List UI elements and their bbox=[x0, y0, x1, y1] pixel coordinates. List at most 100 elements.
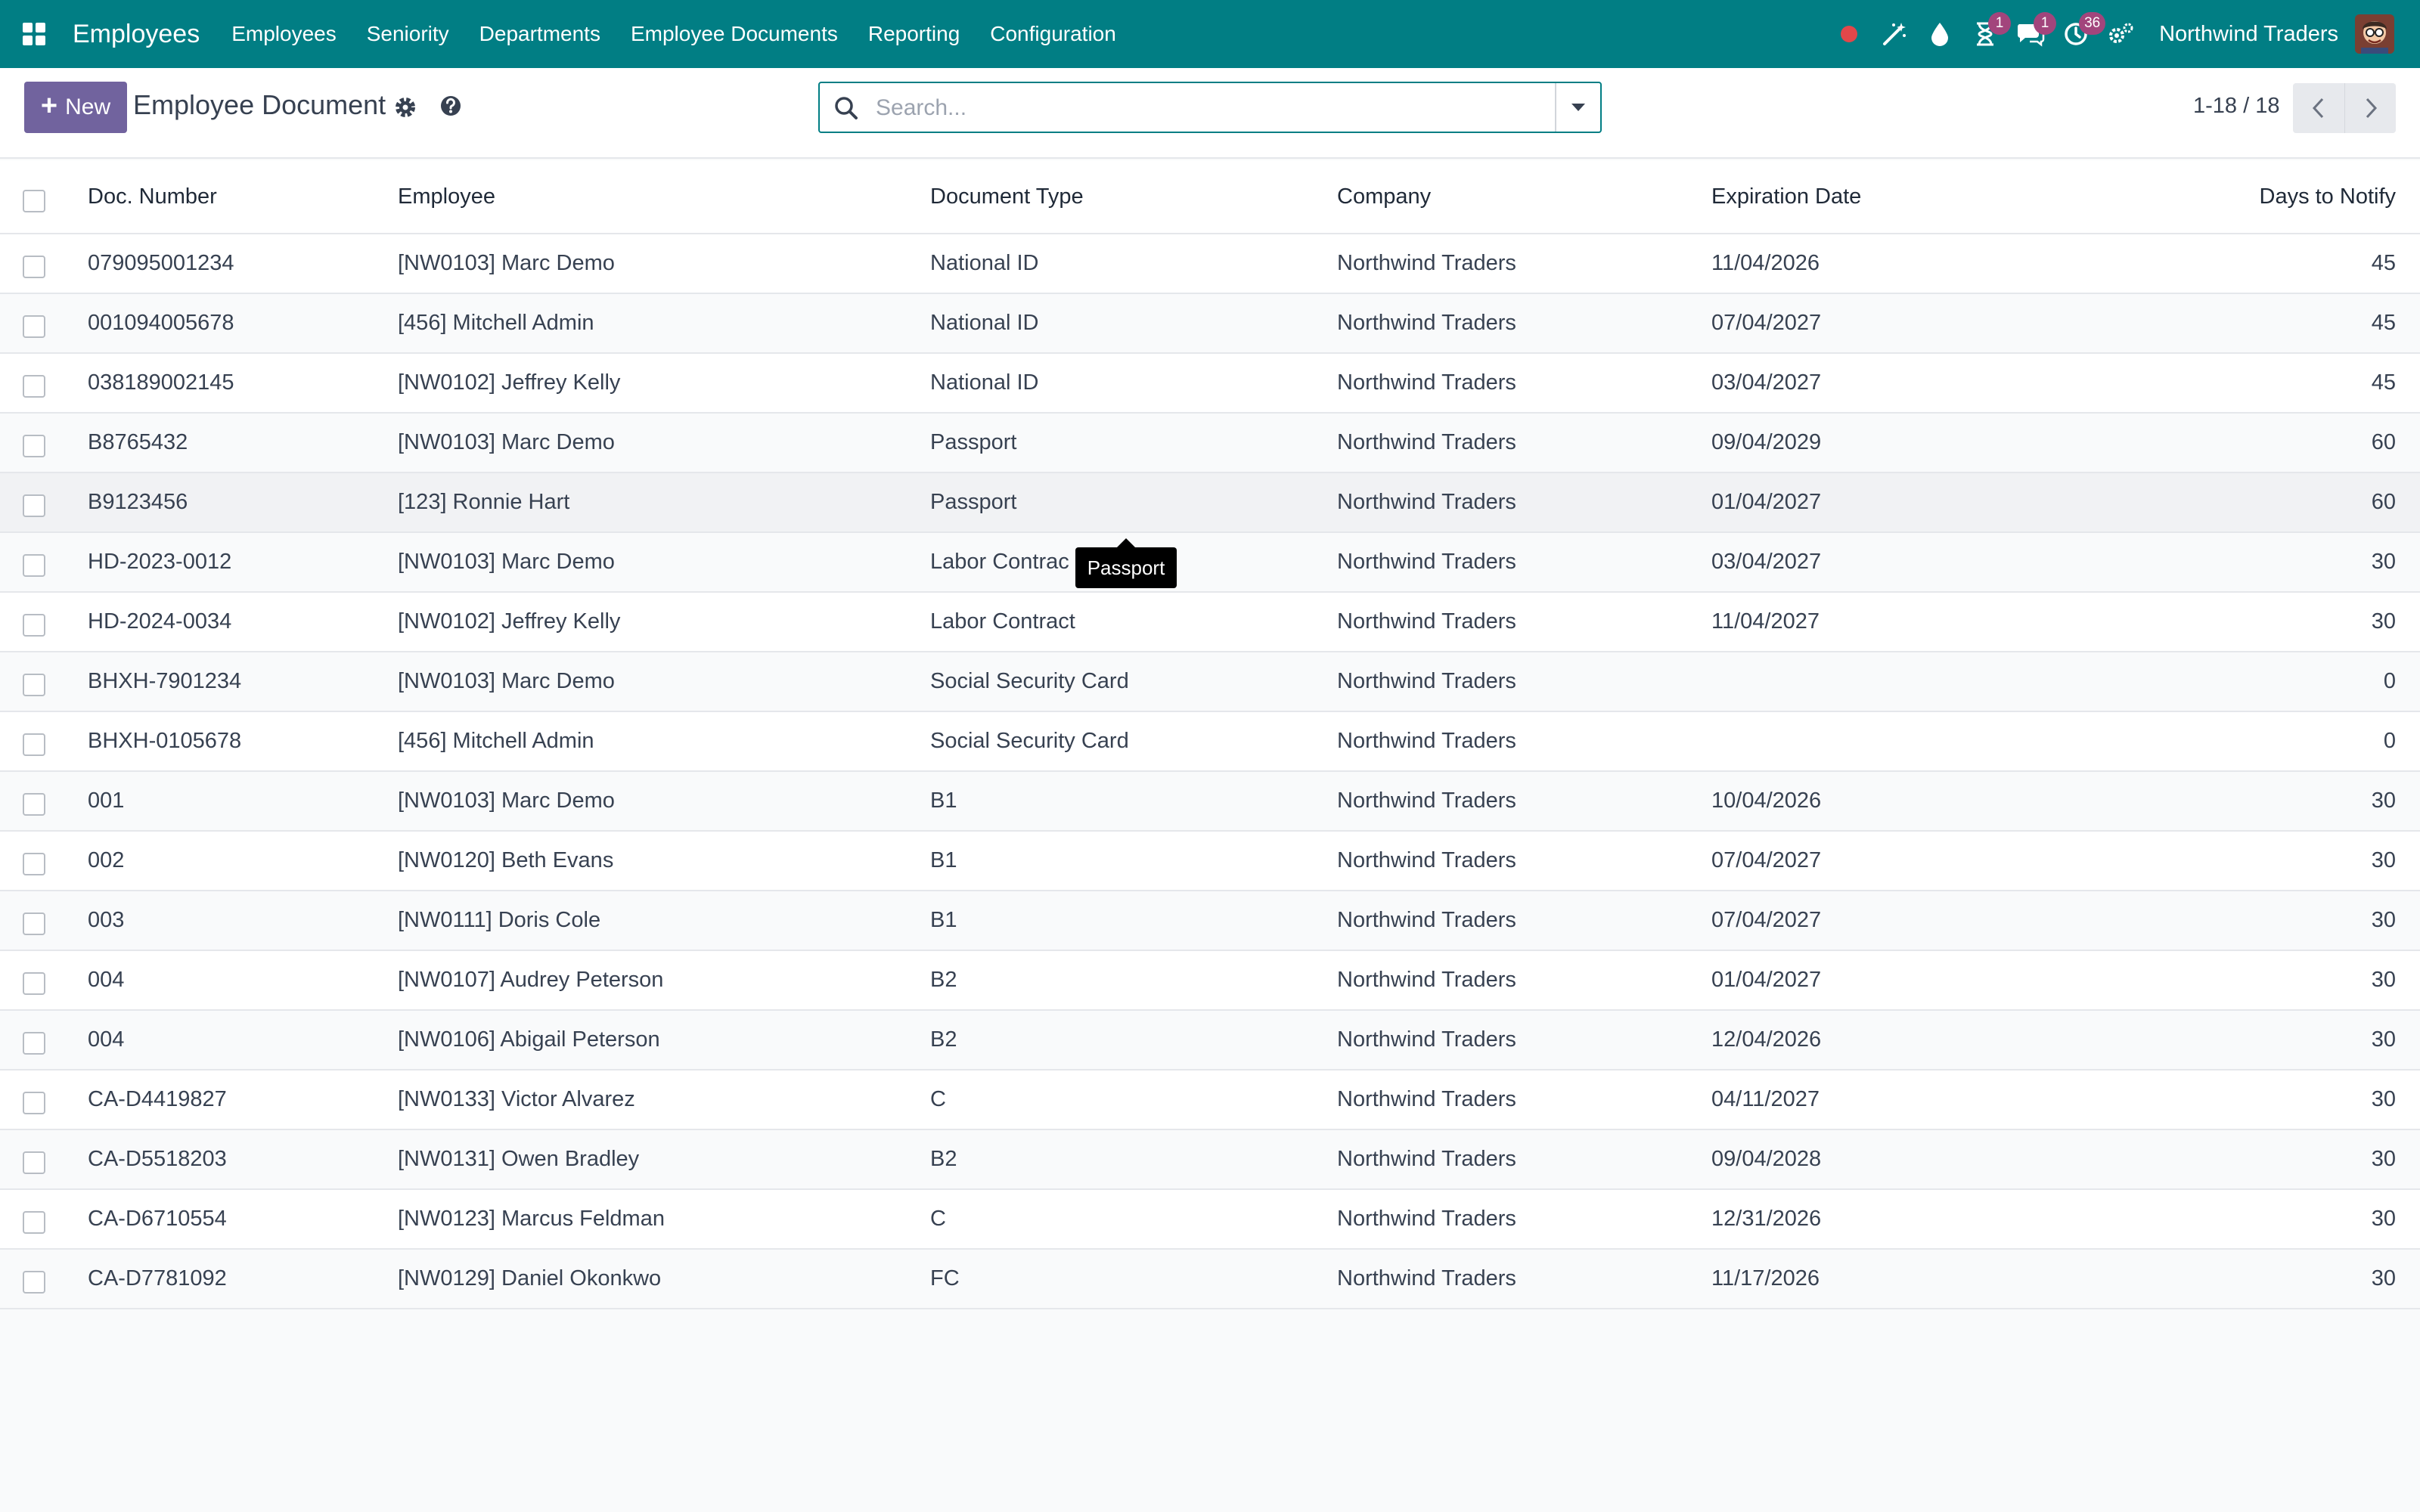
expiration-date-cell: 11/04/2027 bbox=[1711, 609, 1820, 634]
column-header-employee[interactable]: Employee bbox=[398, 160, 495, 233]
app-brand[interactable]: Employees bbox=[73, 20, 200, 49]
company-cell: Northwind Traders bbox=[1337, 609, 1516, 634]
company-cell: Northwind Traders bbox=[1337, 311, 1516, 335]
menu-configuration[interactable]: Configuration bbox=[975, 0, 1131, 68]
menu-reporting[interactable]: Reporting bbox=[853, 0, 975, 68]
table-row[interactable]: CA-D6710554 [NW0123] Marcus Feldman C North… bbox=[0, 1190, 2420, 1250]
expiration-date-cell: 07/04/2027 bbox=[1711, 908, 1822, 932]
help-icon[interactable] bbox=[437, 92, 464, 119]
pager-value[interactable]: 1-18 / 18 bbox=[2193, 94, 2279, 119]
column-header-doc-number[interactable]: Doc. Number bbox=[88, 160, 217, 233]
row-checkbox[interactable] bbox=[23, 494, 45, 517]
column-header-document-type[interactable]: Document Type bbox=[930, 160, 1084, 233]
employee-cell: [NW0106] Abigail Peterson bbox=[398, 1027, 660, 1052]
row-checkbox[interactable] bbox=[23, 1151, 45, 1174]
menu-employee-documents[interactable]: Employee Documents bbox=[616, 0, 853, 68]
row-checkbox[interactable] bbox=[23, 314, 45, 338]
days-to-notify-cell: 30 bbox=[2371, 1207, 2396, 1231]
days-to-notify-cell: 30 bbox=[2371, 1266, 2396, 1290]
new-button[interactable]: + New bbox=[24, 82, 127, 133]
row-checkbox[interactable] bbox=[23, 1270, 45, 1294]
days-to-notify-cell: 30 bbox=[2371, 550, 2396, 574]
expiration-date-cell: 11/17/2026 bbox=[1711, 1266, 1820, 1290]
row-checkbox[interactable] bbox=[23, 255, 45, 278]
row-checkbox[interactable] bbox=[23, 971, 45, 995]
app-menu-icon[interactable] bbox=[14, 14, 54, 54]
expiration-date-cell: 04/11/2027 bbox=[1711, 1087, 1820, 1111]
caret-down-icon bbox=[1571, 104, 1585, 111]
table-row[interactable]: 001094005678 [456] Mitchell Admin National… bbox=[0, 294, 2420, 354]
pager-previous-button[interactable] bbox=[2293, 83, 2344, 133]
recording-dot-icon[interactable] bbox=[1826, 0, 1872, 68]
employee-cell: [NW0102] Jeffrey Kelly bbox=[398, 370, 621, 395]
table-row[interactable]: B8765432 [NW0103] Marc Demo Passport Northw… bbox=[0, 414, 2420, 473]
days-to-notify-cell: 45 bbox=[2371, 370, 2396, 395]
row-checkbox[interactable] bbox=[23, 673, 45, 696]
pager-next-button[interactable] bbox=[2344, 83, 2396, 133]
select-all-checkbox[interactable] bbox=[23, 190, 45, 212]
row-select-cell bbox=[23, 1190, 48, 1248]
company-cell: Northwind Traders bbox=[1337, 1266, 1516, 1290]
row-checkbox[interactable] bbox=[23, 852, 45, 875]
menu-departments[interactable]: Departments bbox=[464, 0, 616, 68]
search-icon bbox=[833, 95, 859, 121]
row-checkbox[interactable] bbox=[23, 434, 45, 457]
days-to-notify-cell: 30 bbox=[2371, 609, 2396, 634]
table-row[interactable]: CA-D5518203 [NW0131] Owen Bradley B2 Northw… bbox=[0, 1130, 2420, 1190]
row-checkbox[interactable] bbox=[23, 374, 45, 398]
table-row[interactable]: HD-2024-0034 [NW0102] Jeffrey Kelly Labor … bbox=[0, 593, 2420, 652]
table-row[interactable]: BHXH-0105678 [456] Mitchell Admin Social S… bbox=[0, 712, 2420, 772]
row-checkbox[interactable] bbox=[23, 792, 45, 816]
table-row[interactable]: HD-2023-0012 [NW0103] Marc Demo Labor Cont… bbox=[0, 533, 2420, 593]
doc-number-cell: 038189002145 bbox=[88, 370, 234, 395]
row-checkbox[interactable] bbox=[23, 912, 45, 935]
row-select-cell bbox=[23, 772, 48, 830]
table-row[interactable]: 001 [NW0103] Marc Demo B1 Northwind Traders… bbox=[0, 772, 2420, 832]
table-row[interactable]: 003 [NW0111] Doris Cole B1 Northwind Trader… bbox=[0, 891, 2420, 951]
expiration-date-cell: 12/31/2026 bbox=[1711, 1207, 1822, 1231]
row-checkbox[interactable] bbox=[23, 733, 45, 756]
document-type-cell: B1 bbox=[930, 789, 957, 813]
table-row[interactable]: 079095001234 [NW0103] Marc Demo National I… bbox=[0, 234, 2420, 294]
employee-cell: [123] Ronnie Hart bbox=[398, 490, 570, 514]
magic-wand-icon[interactable] bbox=[1872, 0, 1917, 68]
table-row[interactable]: CA-D4419827 [NW0133] Victor Alvarez C North… bbox=[0, 1070, 2420, 1130]
user-avatar[interactable] bbox=[2355, 14, 2394, 54]
column-header-company[interactable]: Company bbox=[1337, 160, 1431, 233]
days-to-notify-cell: 30 bbox=[2371, 968, 2396, 992]
column-header-expiration-date[interactable]: Expiration Date bbox=[1711, 160, 1861, 233]
gear-icon[interactable] bbox=[392, 94, 419, 121]
menu-seniority[interactable]: Seniority bbox=[352, 0, 464, 68]
table-body: 079095001234 [NW0103] Marc Demo National I… bbox=[0, 234, 2420, 1309]
document-type-cell: B2 bbox=[930, 1147, 957, 1171]
row-checkbox[interactable] bbox=[23, 1210, 45, 1234]
table-header: Doc. Number Employee Document Type Compa… bbox=[0, 160, 2420, 234]
row-checkbox[interactable] bbox=[23, 613, 45, 637]
row-select-cell bbox=[23, 533, 48, 591]
table-row[interactable]: 004 [NW0106] Abigail Peterson B2 Northwind … bbox=[0, 1011, 2420, 1070]
company-switcher[interactable]: Northwind Traders bbox=[2159, 22, 2338, 47]
search-input[interactable] bbox=[876, 92, 1526, 124]
days-to-notify-cell: 30 bbox=[2371, 1147, 2396, 1171]
document-type-cell: B2 bbox=[930, 968, 957, 992]
row-checkbox[interactable] bbox=[23, 553, 45, 577]
table-row[interactable]: BHXH-7901234 [NW0103] Marc Demo Social Sec… bbox=[0, 652, 2420, 712]
table-row[interactable]: 038189002145 [NW0102] Jeffrey Kelly Nation… bbox=[0, 354, 2420, 414]
row-checkbox[interactable] bbox=[23, 1031, 45, 1055]
clock-icon[interactable]: 36 bbox=[2053, 0, 2106, 68]
table-row[interactable]: 004 [NW0107] Audrey Peterson B2 Northwind T… bbox=[0, 951, 2420, 1011]
column-header-days-to-notify[interactable]: Days to Notify bbox=[2260, 160, 2397, 233]
menu-employees[interactable]: Employees bbox=[216, 0, 352, 68]
search-options-toggle[interactable] bbox=[1555, 83, 1600, 132]
row-select-cell bbox=[23, 593, 48, 651]
document-type-cell: Social Security Card bbox=[930, 729, 1129, 753]
messages-icon[interactable]: 1 bbox=[2008, 0, 2057, 68]
settings-cog-icon[interactable] bbox=[2099, 0, 2144, 68]
row-checkbox[interactable] bbox=[23, 1091, 45, 1114]
drop-icon[interactable] bbox=[1917, 0, 1962, 68]
table-row[interactable]: CA-D7781092 [NW0129] Daniel Okonkwo FC Nort… bbox=[0, 1250, 2420, 1309]
document-type-cell: Labor Contrac bbox=[930, 550, 1069, 574]
table-row[interactable]: B9123456 [123] Ronnie Hart Passport Northwi… bbox=[0, 473, 2420, 533]
activities-icon[interactable]: 1 bbox=[1962, 0, 2012, 68]
table-row[interactable]: 002 [NW0120] Beth Evans B1 Northwind Trader… bbox=[0, 832, 2420, 891]
